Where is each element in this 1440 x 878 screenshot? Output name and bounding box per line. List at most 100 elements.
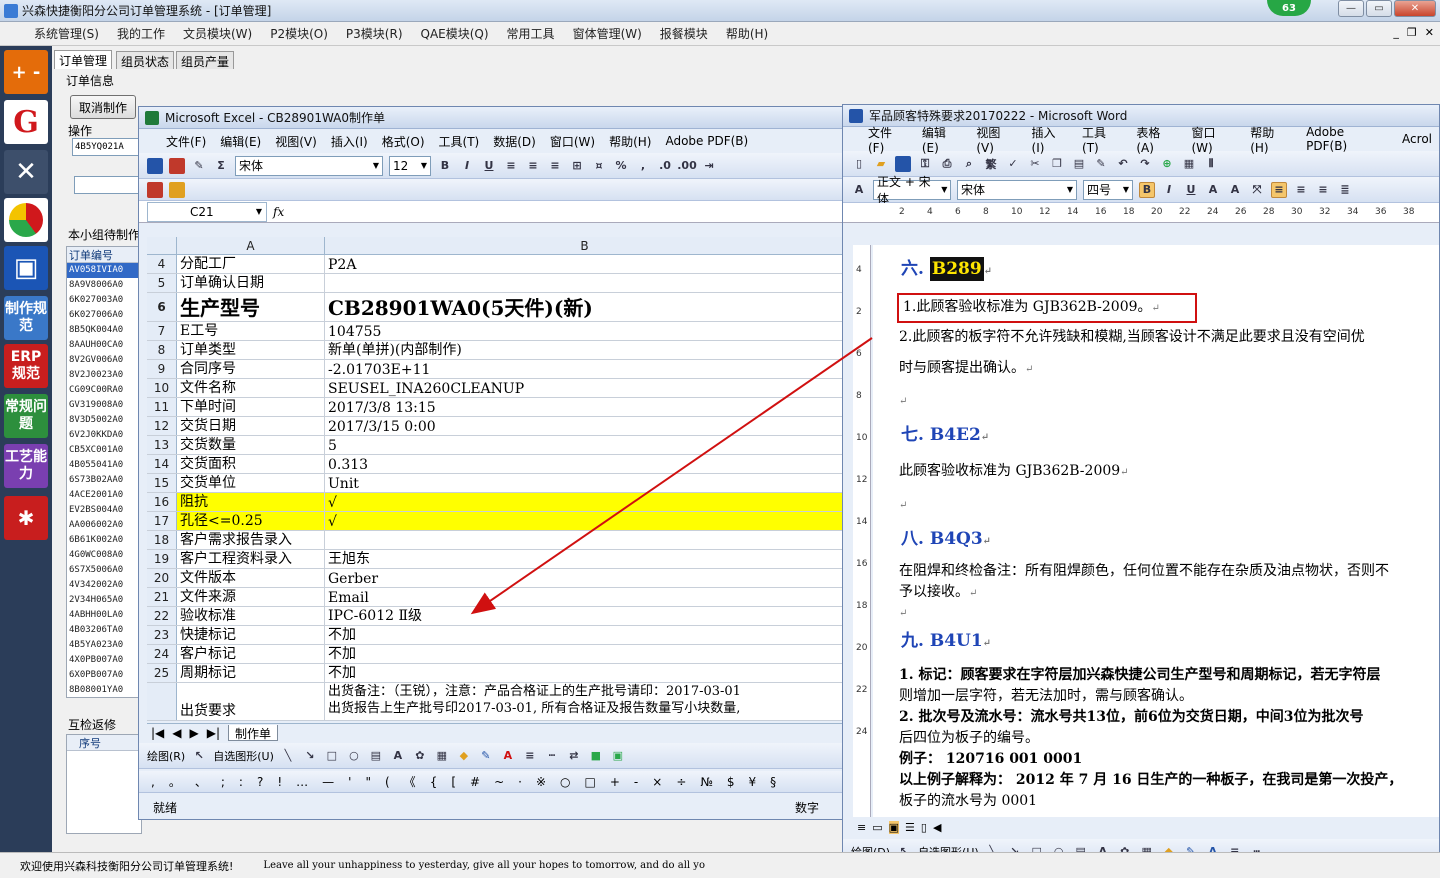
symbol-button[interactable]: ' bbox=[348, 775, 351, 789]
table-row[interactable]: 22 验收标准 IPC-6012 Ⅱ级 bbox=[147, 607, 843, 626]
row-number[interactable]: 20 bbox=[147, 569, 177, 587]
row-number[interactable]: 6 bbox=[147, 293, 177, 321]
line-icon[interactable]: ╲ bbox=[280, 748, 296, 764]
char-shade-icon[interactable]: A bbox=[1227, 182, 1243, 198]
align-justify-icon[interactable]: ≡ bbox=[1271, 181, 1287, 198]
list-item[interactable]: 8V2J0023A0 bbox=[67, 368, 141, 383]
cell-b[interactable]: P2A bbox=[325, 255, 843, 273]
cell-b[interactable]: 王旭东 bbox=[325, 550, 843, 568]
list-item[interactable]: 4ACE2001A0 bbox=[67, 488, 141, 503]
sheet-tab-make[interactable]: 制作单 bbox=[228, 724, 279, 741]
cell-b[interactable] bbox=[325, 531, 843, 549]
first-sheet-icon[interactable]: |◀ bbox=[151, 726, 164, 740]
pdf-convert-icon[interactable] bbox=[147, 181, 163, 198]
list-item[interactable]: 4ABHH00LA0 bbox=[67, 608, 141, 623]
menu-item[interactable]: 视图(V) bbox=[969, 124, 1024, 155]
row-number[interactable]: 15 bbox=[147, 474, 177, 492]
restore-button[interactable]: ▭ bbox=[1366, 0, 1392, 17]
cell-b[interactable]: IPC-6012 Ⅱ级 bbox=[325, 607, 843, 625]
scroll-left-icon[interactable]: ◀ bbox=[933, 821, 941, 834]
cell-b[interactable]: 不加 bbox=[325, 626, 843, 644]
menu-item[interactable]: 帮助(H) bbox=[602, 133, 658, 150]
row-number[interactable]: 13 bbox=[147, 436, 177, 454]
align-left-icon[interactable]: ≡ bbox=[503, 158, 519, 174]
menu-item[interactable]: 插入(I) bbox=[324, 133, 375, 150]
symbol-button[interactable]: ~ bbox=[494, 775, 504, 789]
pointer-icon[interactable]: ↖ bbox=[191, 748, 207, 764]
table-row[interactable]: 10 文件名称 SEUSEL_INA260CLEANUP bbox=[147, 379, 843, 398]
row-number[interactable]: 17 bbox=[147, 512, 177, 530]
list-item[interactable]: 4V342002A0 bbox=[67, 578, 141, 593]
row-number[interactable]: 7 bbox=[147, 322, 177, 340]
row-number[interactable]: 23 bbox=[147, 626, 177, 644]
fill-color-icon[interactable]: ◆ bbox=[456, 748, 472, 764]
cell-b[interactable]: 不加 bbox=[325, 664, 843, 682]
columns-icon[interactable]: ⫴ bbox=[1203, 156, 1219, 172]
list-item[interactable]: 6X0PB007A0 bbox=[67, 668, 141, 683]
menu-item[interactable]: 常用工具 bbox=[498, 25, 564, 42]
close-button[interactable]: ✕ bbox=[1394, 0, 1436, 17]
menu-item[interactable]: 窗口(W) bbox=[1184, 124, 1243, 155]
align-center-icon[interactable]: ≡ bbox=[525, 158, 541, 174]
list-item[interactable]: 4B03206TA0 bbox=[67, 623, 141, 638]
menu-item[interactable]: 编辑(E) bbox=[915, 124, 970, 155]
row-number[interactable]: 24 bbox=[147, 645, 177, 663]
font-color-icon[interactable]: A bbox=[500, 748, 516, 764]
cell-b[interactable]: 新单(单拼)(内部制作) bbox=[325, 341, 843, 359]
logo-icon[interactable]: G bbox=[4, 100, 48, 144]
cell-a[interactable]: 文件名称 bbox=[177, 379, 325, 397]
redo-icon[interactable]: ↷ bbox=[1137, 156, 1153, 172]
operation-input[interactable] bbox=[74, 176, 140, 194]
symbol-button[interactable]: ( bbox=[385, 775, 390, 789]
list-item[interactable]: 8V2GV006A0 bbox=[67, 353, 141, 368]
table-row[interactable]: 15 交货单位 Unit bbox=[147, 474, 843, 493]
table-row[interactable]: 出货要求 出货备注：（王锐），注意：产品合格证上的生产批号请印：2017-03-… bbox=[147, 683, 843, 721]
select-all-corner[interactable] bbox=[147, 237, 177, 254]
reading-view-icon[interactable]: ▯ bbox=[921, 821, 927, 834]
symbol-button[interactable]: — bbox=[322, 775, 334, 789]
align-center-icon[interactable]: ≡ bbox=[1293, 182, 1309, 198]
copy-icon[interactable]: ❐ bbox=[1049, 156, 1065, 172]
symbol-button[interactable]: : bbox=[239, 775, 243, 789]
save-icon[interactable]: ▣ bbox=[4, 246, 48, 290]
table-row[interactable]: 16 阻抗 √ bbox=[147, 493, 843, 512]
row-number[interactable]: 25 bbox=[147, 664, 177, 682]
paste-icon[interactable]: ▤ bbox=[1071, 156, 1087, 172]
mdi-close-icon[interactable]: ✕ bbox=[1425, 26, 1434, 39]
cell-b[interactable]: Email bbox=[325, 588, 843, 606]
symbol-button[interactable]: [ bbox=[451, 775, 456, 789]
cell-a[interactable]: 订单确认日期 bbox=[177, 274, 325, 292]
symbol-button[interactable]: 、 bbox=[195, 773, 207, 790]
merge-icon[interactable]: ⊞ bbox=[569, 158, 585, 174]
shadow-icon[interactable]: ■ bbox=[588, 748, 604, 764]
cell-b[interactable]: 出货备注：（王锐），注意：产品合格证上的生产批号请印：2017-03-01 出货… bbox=[325, 683, 843, 720]
menu-item[interactable]: 数据(D) bbox=[486, 133, 543, 150]
sidebar-item-erp-rules[interactable]: ERP规范 bbox=[4, 344, 48, 388]
cell-b[interactable]: 104755 bbox=[325, 322, 843, 340]
fx-icon[interactable]: fx bbox=[267, 205, 290, 219]
symbol-button[interactable]: - bbox=[634, 775, 638, 789]
web-view-icon[interactable]: ▭ bbox=[872, 821, 882, 834]
cell-b[interactable]: SEUSEL_INA260CLEANUP bbox=[325, 379, 843, 397]
list-item[interactable]: 8B08001YA0 bbox=[67, 683, 141, 697]
menu-item[interactable]: 窗口(W) bbox=[543, 133, 602, 150]
list-item[interactable]: AA006002A0 bbox=[67, 518, 141, 533]
pdf-email-icon[interactable] bbox=[169, 181, 185, 198]
menu-item[interactable]: Adobe PDF(B) bbox=[658, 134, 755, 148]
cell-b[interactable]: 5 bbox=[325, 436, 843, 454]
row-number[interactable]: 12 bbox=[147, 417, 177, 435]
style-select[interactable]: 正文 + 宋体 ▼ bbox=[873, 175, 951, 206]
traditional-icon[interactable]: 繁 bbox=[983, 156, 999, 172]
symbol-button[interactable]: + bbox=[610, 775, 620, 789]
menu-item[interactable]: 报餐模块 bbox=[651, 25, 717, 42]
cell-a[interactable]: 验收标准 bbox=[177, 607, 325, 625]
row-number[interactable]: 18 bbox=[147, 531, 177, 549]
column-header-a[interactable]: A bbox=[177, 237, 325, 254]
char-scale-icon[interactable]: ⤧ bbox=[1249, 182, 1265, 198]
cell-a[interactable]: 客户需求报告录入 bbox=[177, 531, 325, 549]
dash-style-icon[interactable]: ┅ bbox=[544, 748, 560, 764]
minimize-button[interactable]: — bbox=[1338, 0, 1364, 17]
row-number[interactable]: 8 bbox=[147, 341, 177, 359]
table-row[interactable]: 11 下单时间 2017/3/8 13:15 bbox=[147, 398, 843, 417]
print-icon[interactable]: ⎙ bbox=[939, 156, 955, 172]
